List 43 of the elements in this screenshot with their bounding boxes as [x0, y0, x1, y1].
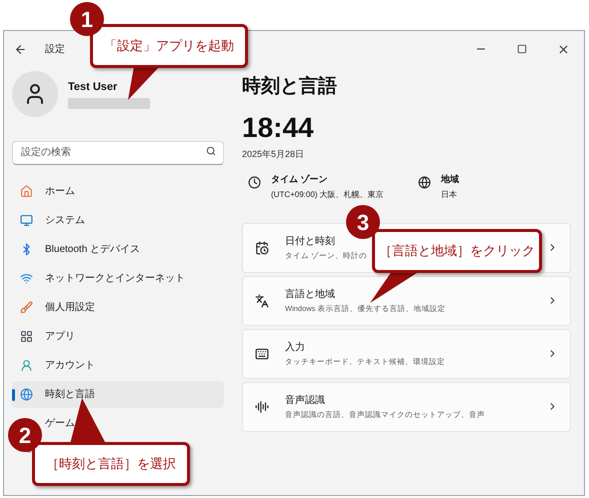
keyboard-icon: [255, 346, 269, 360]
card-title: 音声認識: [285, 394, 325, 408]
sidebar-item[interactable]: ホーム: [12, 178, 224, 205]
apps-icon: [20, 330, 33, 343]
callout-label: ［時刻と言語］を選択: [32, 442, 190, 486]
info-value: (UTC+09:00) 大阪、札幌、東京: [271, 188, 384, 200]
home-icon: [20, 185, 33, 198]
card-title: 日付と時刻: [285, 234, 335, 249]
back-icon[interactable]: [14, 42, 27, 56]
monitor-icon: [20, 214, 33, 227]
user-name: Test User: [68, 80, 118, 95]
info-value: 日本: [441, 188, 458, 200]
maximize-icon[interactable]: [517, 44, 527, 54]
current-time: 18:44: [242, 114, 315, 142]
person-icon: [20, 359, 33, 372]
selection-indicator: [12, 389, 15, 401]
clock-icon: [248, 176, 261, 189]
card-title: 入力: [285, 340, 305, 355]
sidebar-item[interactable]: Bluetooth とデバイス: [12, 236, 224, 263]
user-avatar: [12, 71, 58, 117]
search-field[interactable]: 設定の検索: [12, 140, 224, 164]
sidebar-item[interactable]: アカウント: [12, 352, 224, 379]
step-badge: 1: [70, 2, 104, 36]
search-icon: [206, 146, 216, 156]
calendar-clock-icon: [255, 240, 269, 254]
card-title: 言語と地域: [285, 288, 335, 302]
sidebar-item[interactable]: ネットワークとインターネット: [12, 265, 224, 292]
bluetooth-icon: [20, 243, 33, 256]
callout-label: ［言語と地域］をクリック: [372, 229, 542, 273]
sidebar-item[interactable]: システム: [12, 207, 224, 234]
sidebar-item[interactable]: 時刻と言語: [12, 381, 224, 408]
page-title: 時刻と言語: [242, 74, 338, 99]
info-title: 地域: [441, 173, 459, 186]
globe-icon: [418, 176, 431, 189]
current-date: 2025年5月28日: [242, 148, 306, 160]
sidebar-item[interactable]: アプリ: [12, 323, 224, 350]
close-icon[interactable]: [557, 42, 570, 56]
speech-icon: [255, 400, 269, 414]
language-icon: [255, 294, 269, 308]
sidebar-item[interactable]: 個人用設定: [12, 294, 224, 321]
window-title: 設定: [45, 42, 65, 56]
info-title: タイム ゾーン: [271, 173, 329, 186]
brush-icon: [20, 301, 33, 314]
